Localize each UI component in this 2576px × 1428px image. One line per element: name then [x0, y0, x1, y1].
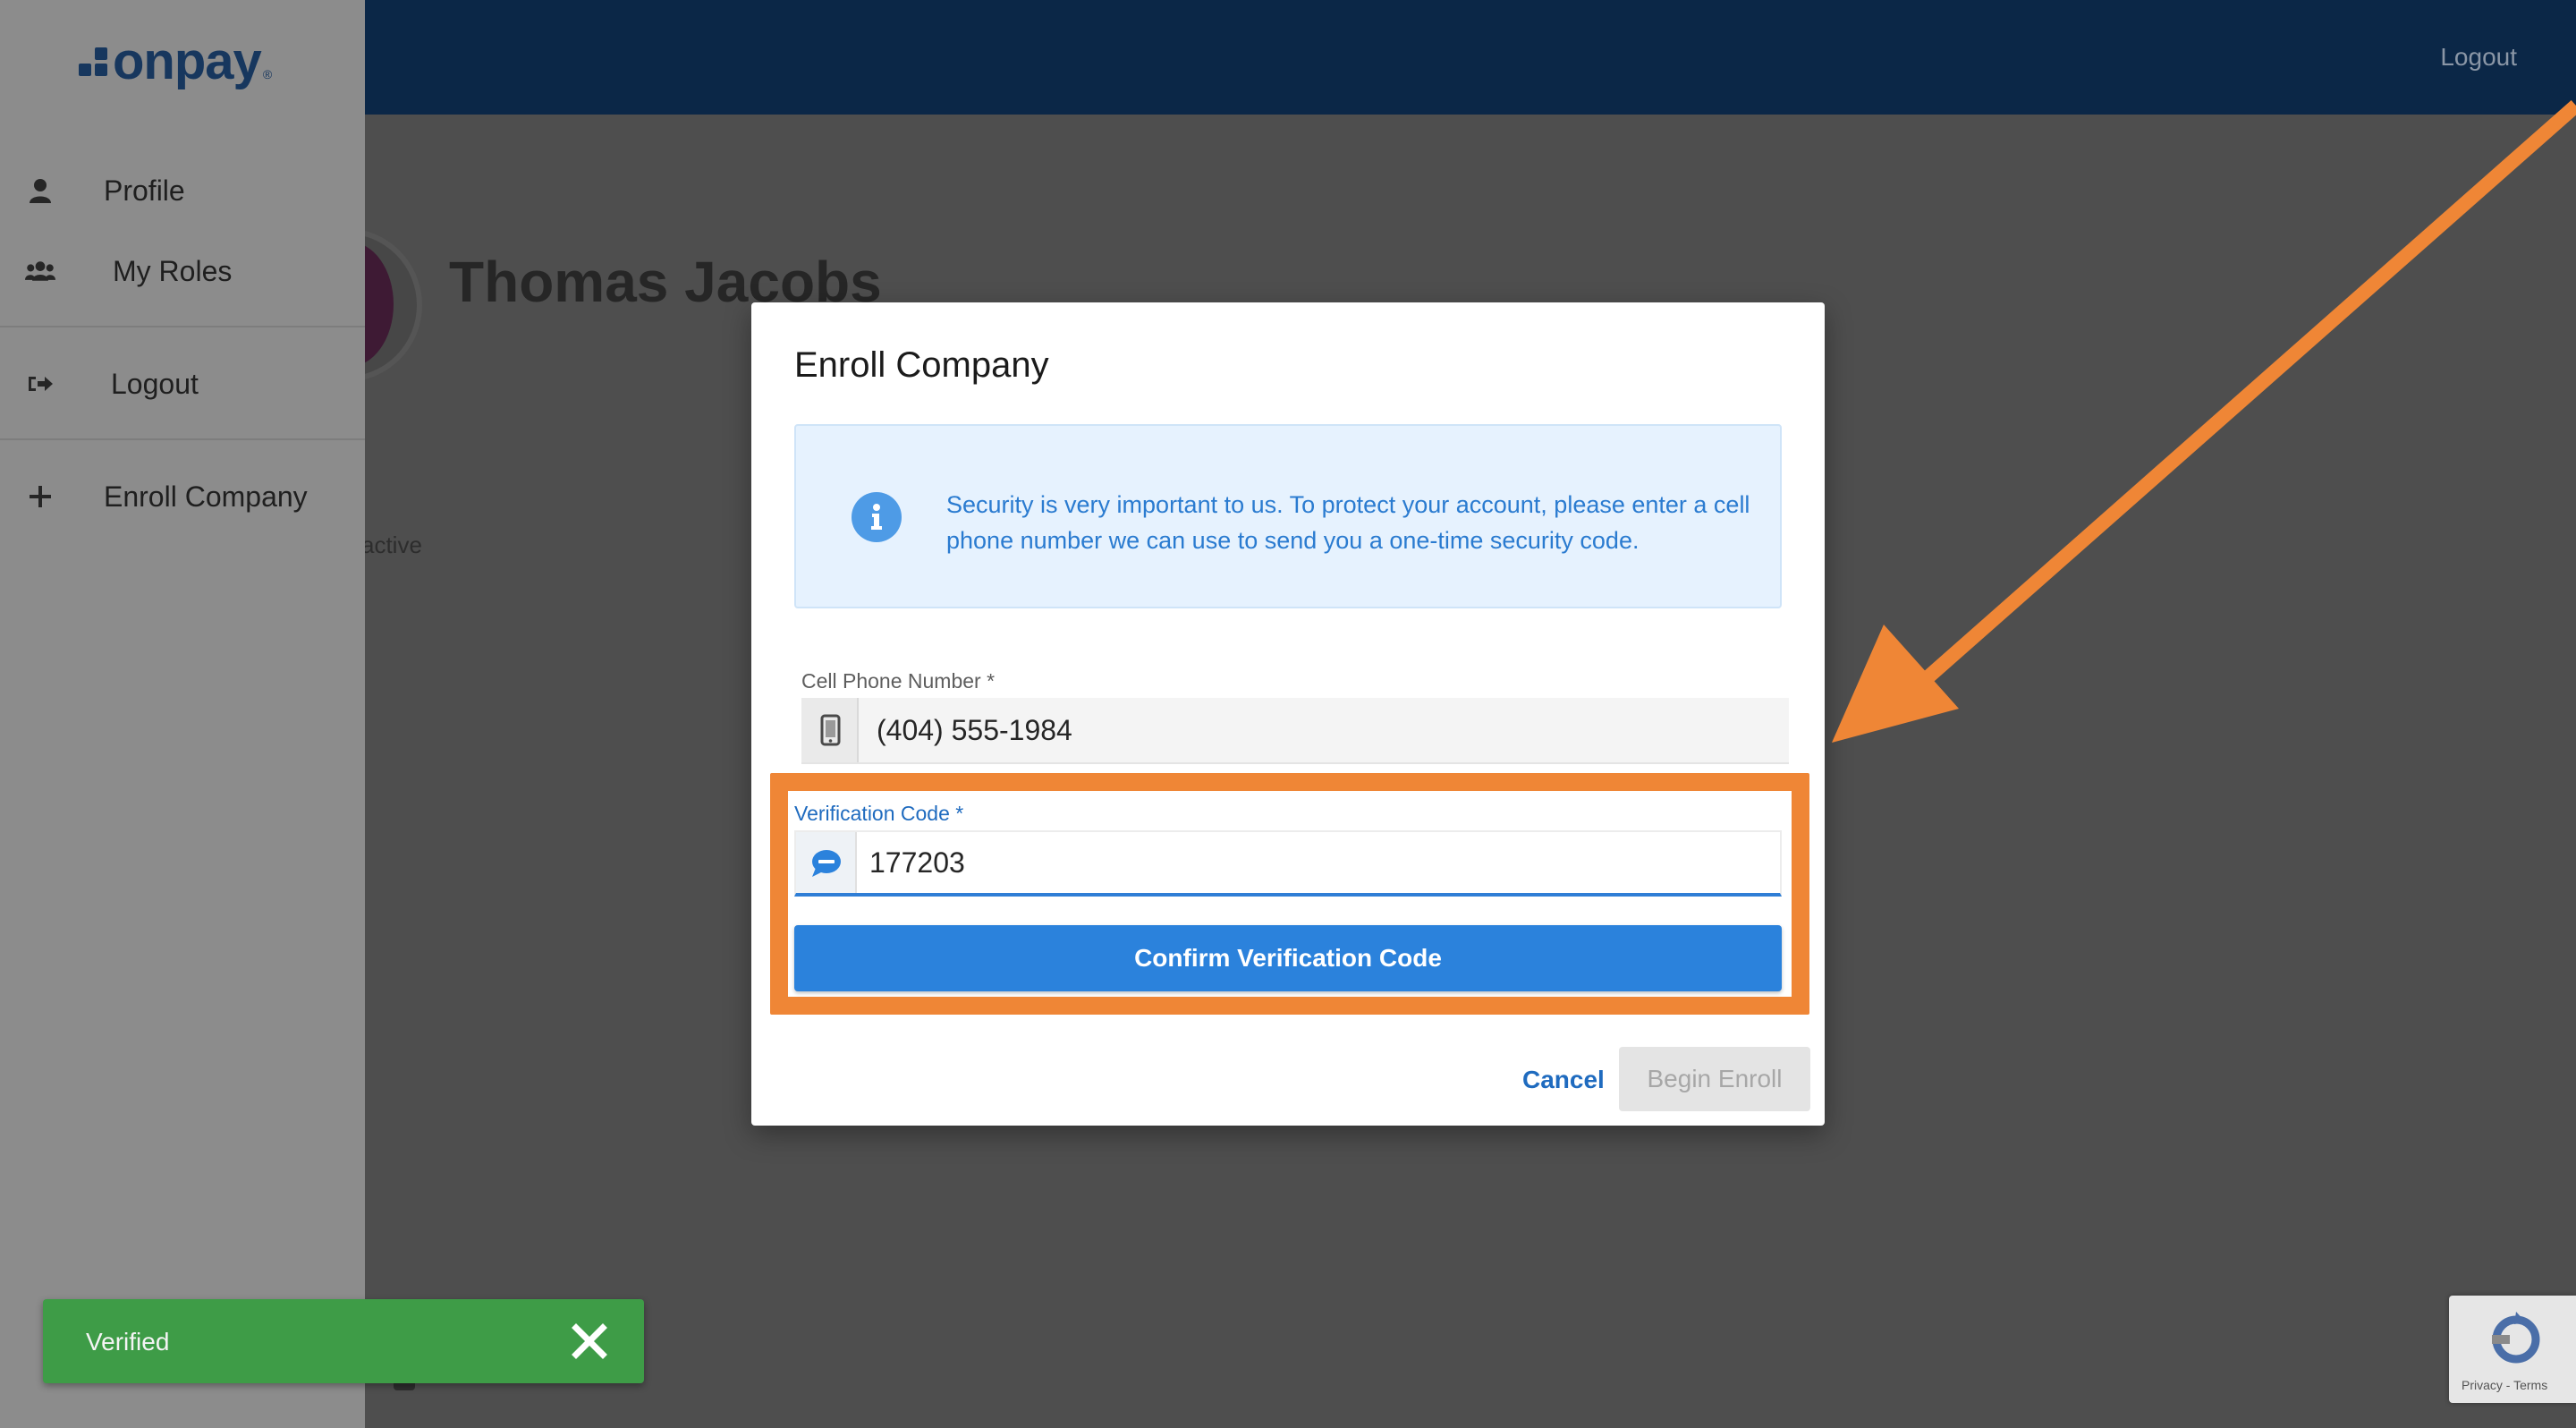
- sidebar: onpay ® Profile My Roles Logout Enroll C…: [0, 0, 365, 1428]
- phone-number-field[interactable]: (404) 555-1984: [801, 698, 1789, 764]
- mobile-phone-icon: [801, 698, 859, 762]
- verification-code-value: 177203: [869, 846, 965, 879]
- plus-icon: [25, 483, 55, 510]
- sign-out-icon: [25, 370, 55, 397]
- sidebar-item-enroll-company[interactable]: Enroll Company: [0, 465, 365, 528]
- security-info-alert: Security is very important to us. To pro…: [794, 424, 1782, 608]
- onpay-logo[interactable]: onpay ®: [79, 31, 273, 90]
- verification-code-input[interactable]: 177203: [794, 830, 1782, 897]
- sidebar-item-profile[interactable]: Profile: [0, 159, 365, 222]
- close-icon[interactable]: [571, 1322, 608, 1360]
- dialog-title: Enroll Company: [794, 345, 1049, 385]
- verification-code-label: Verification Code *: [794, 802, 964, 825]
- sidebar-divider: [0, 438, 365, 440]
- logo-text: onpay: [113, 31, 262, 90]
- sidebar-item-label: Enroll Company: [104, 480, 308, 513]
- sidebar-item-logout[interactable]: Logout: [0, 353, 365, 415]
- sms-icon: [796, 832, 857, 893]
- recaptcha-links[interactable]: Privacy - Terms: [2462, 1378, 2547, 1392]
- sidebar-divider: [0, 326, 365, 327]
- toast-message: Verified: [86, 1328, 170, 1356]
- sidebar-item-label: Profile: [104, 174, 185, 207]
- users-icon: [25, 258, 55, 285]
- sidebar-item-label: Logout: [111, 367, 199, 400]
- sidebar-item-my-roles[interactable]: My Roles: [0, 240, 365, 302]
- logo-mark-icon: [79, 46, 109, 76]
- annotation-arrow-icon: [1832, 99, 2576, 743]
- begin-enroll-button[interactable]: Begin Enroll: [1619, 1047, 1810, 1111]
- phone-number-value: (404) 555-1984: [877, 714, 1072, 746]
- enroll-company-dialog: Enroll Company Security is very importan…: [751, 302, 1825, 1126]
- topbar-logout-link[interactable]: Logout: [2440, 43, 2517, 72]
- sidebar-item-label: My Roles: [113, 254, 233, 287]
- profile-status-text: active: [361, 531, 422, 558]
- user-icon: [25, 177, 55, 204]
- recaptcha-icon: [2485, 1308, 2547, 1371]
- cancel-button[interactable]: Cancel: [1503, 1049, 1605, 1111]
- security-info-text: Security is very important to us. To pro…: [946, 491, 1750, 554]
- phone-field-label: Cell Phone Number *: [801, 669, 996, 693]
- confirm-verification-code-button[interactable]: Confirm Verification Code: [794, 925, 1782, 991]
- recaptcha-badge[interactable]: Privacy - Terms: [2449, 1296, 2576, 1403]
- logo-registered-mark: ®: [262, 67, 273, 81]
- info-icon: [852, 492, 902, 542]
- verified-toast: Verified: [43, 1299, 644, 1383]
